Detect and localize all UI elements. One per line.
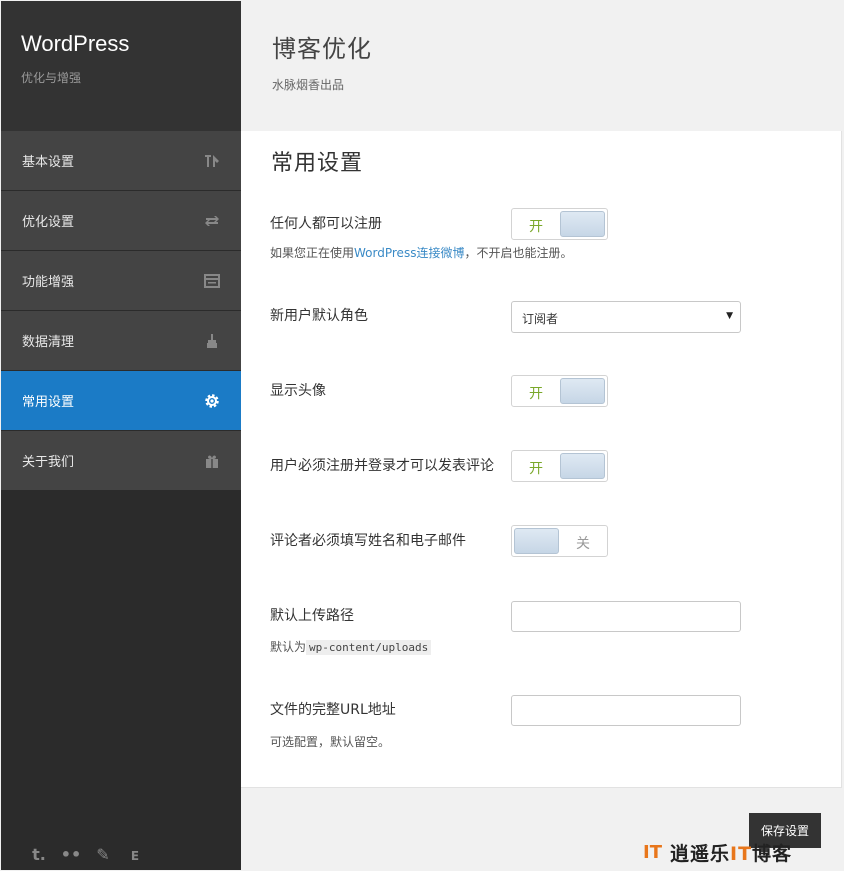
watermark-text-c: 博客: [752, 842, 793, 865]
name-email-toggle[interactable]: 关: [511, 525, 608, 557]
sidebar-item-label: 关于我们: [22, 455, 75, 470]
toggle-knob: [514, 528, 559, 554]
page-header: 博客优化 水脉烟香出品: [241, 1, 843, 131]
tumblr-icon[interactable]: t.: [29, 844, 49, 864]
sidebar-item-cleanup[interactable]: 数据清理: [1, 311, 241, 371]
window-icon: [203, 272, 221, 290]
gear-icon: [203, 392, 221, 410]
section-title: 常用设置: [271, 151, 364, 176]
settings-panel: 常用设置 任何人都可以注册 开 如果您正在使用WordPress连接微博，不开启…: [241, 131, 842, 788]
select-value: 订阅者: [522, 312, 559, 326]
sidebar-item-about[interactable]: 关于我们: [1, 431, 241, 491]
site-watermark: IT 逍遥乐IT博客: [643, 839, 792, 866]
upload-url-label: 文件的完整URL地址: [270, 702, 396, 718]
sidebar-item-enhance[interactable]: 功能增强: [1, 251, 241, 311]
page-title: 博客优化: [272, 35, 372, 63]
sidebar-item-label: 基本设置: [22, 155, 75, 170]
sidebar-item-label: 功能增强: [22, 275, 75, 290]
sidebar-item-label: 优化设置: [22, 215, 75, 230]
watermark-text-a: 逍遥乐: [669, 842, 730, 865]
brand-title: WordPress: [21, 31, 130, 56]
refresh-icon: [203, 212, 221, 230]
name-email-label: 评论者必须填写姓名和电子邮件: [270, 533, 466, 549]
toggle-state: 开: [529, 219, 543, 235]
toggle-knob: [560, 211, 605, 237]
toggle-knob: [560, 453, 605, 479]
sidebar-item-basic[interactable]: 基本设置: [1, 131, 241, 191]
flickr-icon[interactable]: ••: [61, 844, 81, 864]
sidebar: WordPress 优化与增强 基本设置 优化设置 功能增强 数据清理 常用设置…: [1, 1, 241, 870]
brand: WordPress 优化与增强: [1, 1, 241, 131]
broom-icon: [203, 332, 221, 350]
sidebar-item-label: 数据清理: [22, 335, 75, 350]
tencent-weibo-icon[interactable]: ᴇ: [125, 844, 145, 864]
register-help: 如果您正在使用WordPress连接微博，不开启也能注册。: [270, 244, 572, 261]
leaf-icon[interactable]: ✎: [93, 844, 113, 864]
caret-down-icon: ▼: [726, 311, 733, 321]
watermark-logo: IT: [643, 841, 662, 863]
help-text: 默认为: [270, 640, 307, 654]
watermark-text-b: IT: [730, 842, 753, 865]
login-comment-label: 用户必须注册并登录才可以发表评论: [270, 458, 494, 474]
default-role-select[interactable]: 订阅者 ▼: [511, 301, 741, 333]
brand-subtitle: 优化与增强: [21, 71, 82, 85]
tools-icon: [203, 152, 221, 170]
default-path-code: wp-content/uploads: [306, 640, 432, 655]
avatar-label: 显示头像: [270, 383, 326, 399]
help-text: ，不开启也能注册。: [464, 246, 573, 260]
toggle-state: 开: [529, 386, 543, 402]
login-comment-toggle[interactable]: 开: [511, 450, 608, 482]
sidebar-item-label: 常用设置: [22, 395, 75, 410]
gift-icon: [203, 452, 221, 470]
weibo-link[interactable]: WordPress连接微博: [354, 246, 464, 260]
watermark-text: 逍遥乐IT博客: [670, 839, 792, 866]
upload-path-input[interactable]: [511, 601, 741, 632]
toggle-state: 开: [529, 461, 543, 477]
page-subtitle: 水脉烟香出品: [272, 78, 345, 92]
upload-path-help: 默认为 wp-content/uploads: [270, 638, 432, 655]
register-toggle[interactable]: 开: [511, 208, 608, 240]
avatar-toggle[interactable]: 开: [511, 375, 608, 407]
toggle-state: 关: [576, 536, 590, 552]
sidebar-item-optimize[interactable]: 优化设置: [1, 191, 241, 251]
register-label: 任何人都可以注册: [270, 216, 382, 232]
upload-url-help: 可选配置，默认留空。: [270, 735, 391, 749]
app-root: WordPress 优化与增强 基本设置 优化设置 功能增强 数据清理 常用设置…: [0, 0, 844, 871]
sidebar-menu: 基本设置 优化设置 功能增强 数据清理 常用设置 关于我们: [1, 131, 241, 491]
toggle-knob: [560, 378, 605, 404]
help-text: 如果您正在使用: [270, 246, 355, 260]
upload-path-label: 默认上传路径: [270, 608, 354, 624]
sidebar-item-common[interactable]: 常用设置: [1, 371, 241, 431]
default-role-label: 新用户默认角色: [270, 308, 368, 324]
social-links: t. •• ✎ ᴇ: [29, 844, 145, 864]
upload-url-input[interactable]: [511, 695, 741, 726]
